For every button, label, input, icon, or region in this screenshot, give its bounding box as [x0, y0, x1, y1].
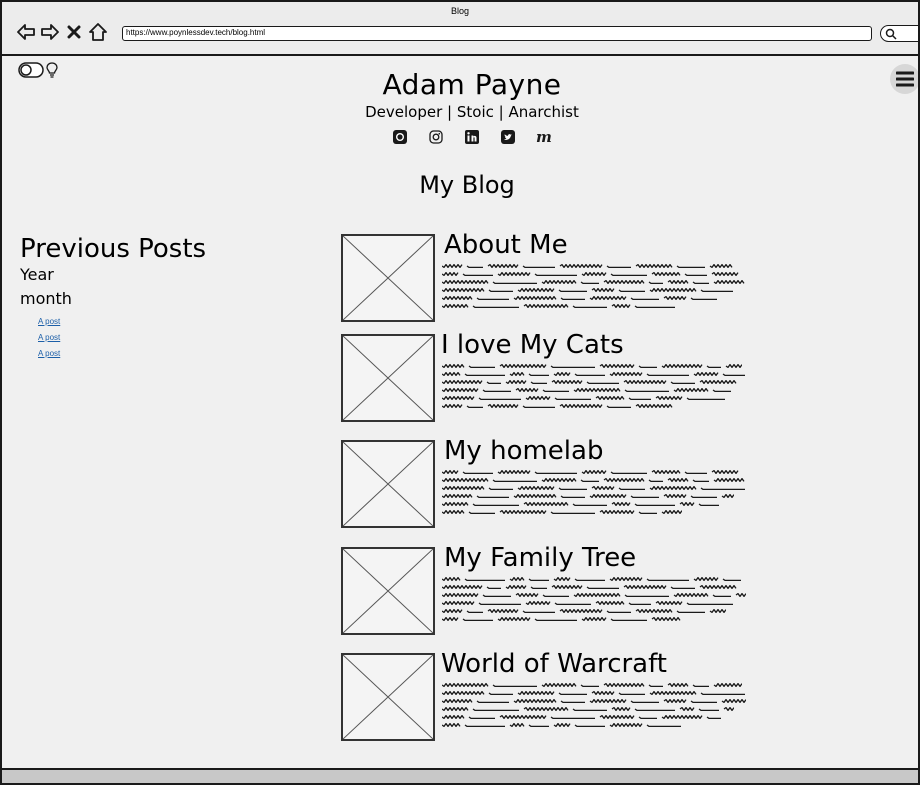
back-icon[interactable]	[16, 22, 36, 42]
post-card[interactable]: World of Warcraft	[341, 649, 761, 741]
post-image-placeholder[interactable]	[341, 653, 435, 741]
post-title[interactable]: I love My Cats	[441, 330, 624, 360]
sidebar-month[interactable]: month	[20, 288, 280, 310]
scribble-line	[442, 404, 673, 408]
scribble-line	[442, 478, 745, 482]
theme-controls	[18, 62, 58, 82]
hamburger-menu-button[interactable]	[890, 64, 918, 94]
scribble-line	[442, 715, 721, 719]
scribble-line	[442, 723, 681, 727]
post-image-placeholder[interactable]	[341, 547, 435, 635]
post-card[interactable]: About Me	[341, 230, 761, 322]
scribble-line	[442, 380, 737, 384]
scribble-line	[442, 372, 745, 376]
sidebar-post-link[interactable]: A post	[38, 333, 60, 342]
post-image-placeholder[interactable]	[341, 234, 435, 322]
sidebar-post-link[interactable]: A post	[38, 349, 60, 358]
previous-posts-sidebar: Previous Posts Year month A post A post …	[20, 234, 280, 362]
list-item: A post	[38, 346, 280, 362]
list-item: A post	[38, 314, 280, 330]
post-excerpt-scribble	[442, 470, 746, 518]
svg-text:m: m	[536, 130, 552, 144]
browser-window: Blog https://www.poynlessdev.tech/blog.h…	[0, 0, 920, 785]
scribble-line	[442, 388, 731, 392]
toggle-switch-icon[interactable]	[18, 62, 44, 82]
post-image-placeholder[interactable]	[341, 334, 435, 422]
page-content: Adam Payne Developer | Stoic | Anarchist…	[2, 56, 918, 768]
site-name: Adam Payne	[382, 68, 562, 101]
scribble-line	[442, 577, 741, 581]
sidebar-post-link[interactable]: A post	[38, 317, 60, 326]
sidebar-post-list: A post A post A post	[38, 314, 280, 362]
scribble-line	[442, 617, 681, 621]
scribble-line	[442, 510, 682, 514]
hamburger-icon	[896, 71, 914, 87]
scribble-line	[442, 304, 675, 308]
post-excerpt-scribble	[442, 683, 746, 731]
scribble-line	[442, 486, 745, 490]
scribble-line	[442, 601, 733, 605]
scribble-line	[442, 609, 726, 613]
window-title: Blog	[450, 6, 469, 16]
post-card[interactable]: My Family Tree	[341, 543, 761, 635]
status-bar	[2, 768, 918, 783]
search-field[interactable]	[880, 25, 918, 42]
post-card[interactable]: My homelab	[341, 436, 761, 528]
scribble-line	[442, 683, 742, 687]
linkedin-icon[interactable]	[464, 129, 480, 145]
scribble-line	[442, 296, 717, 300]
lightbulb-icon[interactable]	[46, 62, 58, 82]
address-bar[interactable]: https://www.poynlessdev.tech/blog.html	[122, 26, 872, 41]
scribble-line	[442, 593, 746, 597]
close-icon[interactable]	[64, 22, 84, 42]
home-icon[interactable]	[88, 22, 108, 42]
scribble-line	[442, 280, 745, 284]
scribble-line	[442, 364, 742, 368]
scribble-line	[442, 272, 739, 276]
post-image-placeholder[interactable]	[341, 440, 435, 528]
search-icon	[885, 28, 897, 40]
post-excerpt-scribble	[442, 264, 746, 312]
site-tagline: Developer | Stoic | Anarchist	[365, 103, 579, 121]
post-title[interactable]: World of Warcraft	[441, 649, 667, 679]
site-header: Adam Payne Developer | Stoic | Anarchist…	[302, 68, 642, 146]
scribble-line	[442, 288, 733, 292]
sidebar-heading: Previous Posts	[20, 234, 207, 264]
post-title[interactable]: About Me	[444, 230, 568, 260]
post-excerpt-scribble	[442, 364, 746, 412]
browser-toolbar: Blog https://www.poynlessdev.tech/blog.h…	[2, 2, 918, 56]
twitter-icon[interactable]	[500, 129, 516, 145]
post-title[interactable]: My homelab	[444, 436, 603, 466]
scribble-line	[442, 396, 725, 400]
list-item: A post	[38, 330, 280, 346]
post-excerpt-scribble	[442, 577, 746, 625]
page-title: My Blog	[419, 171, 515, 199]
instagram-icon[interactable]	[428, 129, 444, 145]
scribble-line	[442, 707, 734, 711]
scribble-line	[442, 494, 734, 498]
medium-icon[interactable]: m	[536, 129, 552, 145]
scribble-line	[442, 264, 733, 268]
scribble-line	[442, 502, 719, 506]
scribble-line	[442, 699, 746, 703]
social-links: m	[302, 128, 642, 146]
github-icon[interactable]	[392, 129, 408, 145]
forward-icon[interactable]	[40, 22, 60, 42]
scribble-line	[442, 470, 739, 474]
nav-controls	[16, 22, 108, 42]
scribble-line	[442, 585, 737, 589]
scribble-line	[442, 691, 745, 695]
post-card[interactable]: I love My Cats	[341, 330, 761, 422]
sidebar-year[interactable]: Year	[20, 264, 280, 286]
post-title[interactable]: My Family Tree	[444, 543, 636, 573]
